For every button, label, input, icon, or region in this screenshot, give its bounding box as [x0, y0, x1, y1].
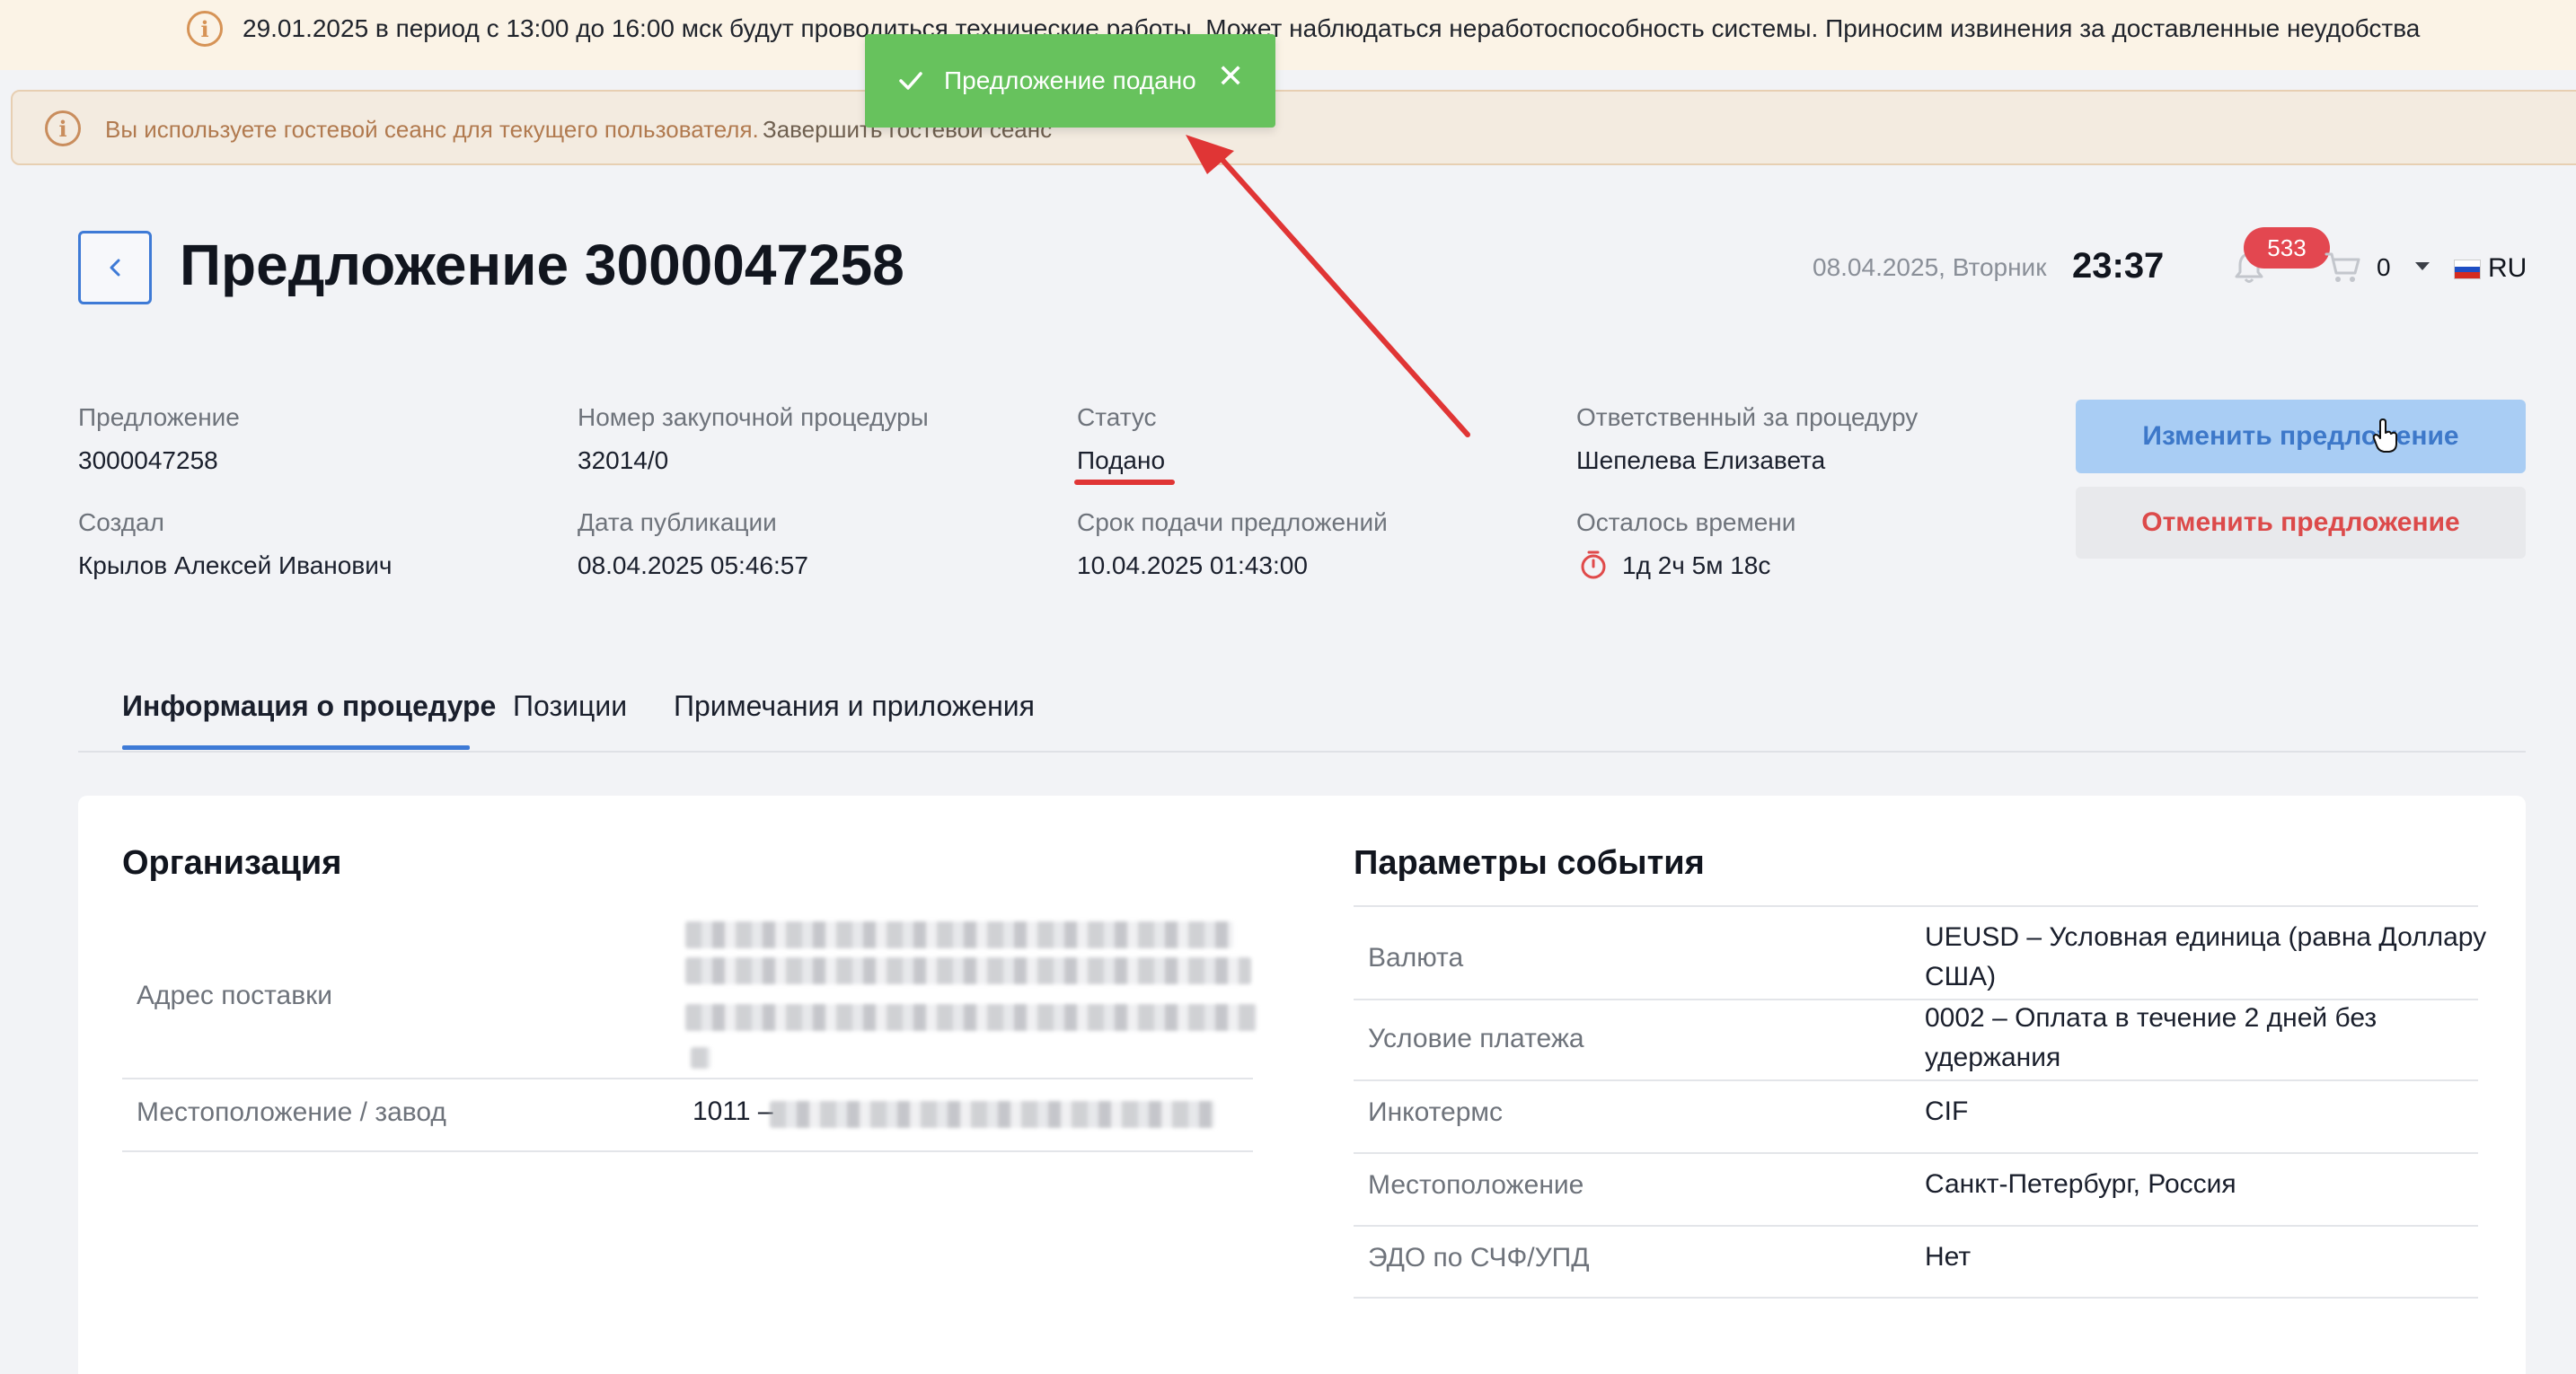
maintenance-text: 29.01.2025 в период с 13:00 до 16:00 мск… — [243, 14, 2421, 42]
close-icon[interactable]: ✕ — [1217, 57, 1244, 95]
incoterms-label: Инкотермс — [1368, 1097, 1504, 1127]
edo-value: Нет — [1925, 1242, 1972, 1272]
created-by-label: Создал — [78, 508, 164, 536]
status-label: Статус — [1077, 403, 1157, 431]
tabs-divider — [78, 751, 2526, 753]
row-divider — [1354, 1297, 2478, 1299]
annotation-underline — [1074, 480, 1175, 485]
row-divider — [1354, 905, 2478, 907]
location-value: Санкт-Петербург, Россия — [1925, 1169, 2236, 1199]
active-tab-indicator — [122, 745, 470, 750]
location-plant-label: Местоположение / завод — [137, 1097, 446, 1127]
row-divider — [122, 1078, 1253, 1079]
current-date: 08.04.2025, Вторник — [1813, 253, 2047, 281]
deadline-label: Срок подачи предложений — [1077, 508, 1388, 536]
russia-flag-icon[interactable] — [2454, 260, 2481, 279]
row-divider — [1354, 1152, 2478, 1154]
row-divider — [122, 1150, 1253, 1152]
redacted-address — [685, 957, 1251, 984]
info-icon: i — [187, 11, 223, 47]
tab-positions[interactable]: Позиции — [513, 690, 627, 723]
change-offer-button[interactable]: Изменить предложение — [2076, 400, 2526, 473]
redacted-address — [685, 1004, 1257, 1031]
created-by-value: Крылов Алексей Иванович — [78, 551, 393, 579]
offer-value: 3000047258 — [78, 446, 218, 474]
language-selector[interactable]: RU — [2488, 253, 2527, 284]
info-icon: i — [45, 110, 81, 146]
event-params-title: Параметры события — [1354, 844, 1705, 882]
remaining-time-label: Осталось времени — [1576, 508, 1796, 536]
organization-title: Организация — [122, 844, 342, 882]
cart-count: 0 — [2377, 253, 2391, 281]
tab-notes-attachments[interactable]: Примечания и приложения — [674, 690, 1035, 723]
procedure-number-label: Номер закупочной процедуры — [578, 403, 929, 431]
responsible-label: Ответственный за процедуру — [1576, 403, 1919, 431]
tab-procedure-info[interactable]: Информация о процедуре — [122, 690, 496, 723]
current-time: 23:37 — [2072, 246, 2165, 286]
redacted-address — [691, 1047, 710, 1069]
chevron-down-icon[interactable] — [2415, 262, 2430, 270]
row-divider — [1354, 1225, 2478, 1227]
deadline-value: 10.04.2025 01:43:00 — [1077, 551, 1308, 579]
row-divider — [1354, 1079, 2478, 1081]
location-label: Местоположение — [1368, 1170, 1584, 1200]
edo-label: ЭДО по СЧФ/УПД — [1368, 1243, 1590, 1273]
offer-label: Предложение — [78, 403, 240, 431]
incoterms-value: CIF — [1925, 1097, 1969, 1126]
payment-term-value: 0002 – Оплата в течение 2 дней без удерж… — [1925, 1003, 2378, 1072]
payment-term-label: Условие платежа — [1368, 1024, 1584, 1053]
guest-session-text: Вы используете гостевой сеанс для текуще… — [105, 116, 759, 143]
success-toast: Предложение подано ✕ — [865, 34, 1275, 128]
responsible-value: Шепелева Елизавета — [1576, 446, 1826, 474]
procedure-number-value: 32014/0 — [578, 446, 669, 474]
hand-cursor-icon — [2372, 418, 2397, 453]
back-button[interactable] — [78, 231, 152, 304]
guest-session-banner: i Вы используете гостевой сеанс для теку… — [11, 90, 2576, 165]
redacted-address — [685, 921, 1233, 948]
redacted-plant — [770, 1101, 1215, 1128]
cart-icon[interactable] — [2324, 250, 2361, 286]
cancel-offer-button[interactable]: Отменить предложение — [2076, 487, 2526, 559]
check-icon — [899, 72, 922, 90]
content-card: Организация Адрес поставки Местоположени… — [78, 796, 2526, 1374]
page-title: Предложение 3000047258 — [180, 233, 904, 297]
currency-value: UEUSD – Условная единица (равна Доллару … — [1925, 922, 2487, 991]
published-date-value: 08.04.2025 05:46:57 — [578, 551, 808, 579]
notification-badge[interactable]: 533 — [2244, 227, 2330, 269]
currency-label: Валюта — [1368, 943, 1464, 973]
published-date-label: Дата публикации — [578, 508, 777, 536]
chevron-left-icon — [110, 259, 120, 277]
remaining-time-value: 1д 2ч 5м 18с — [1622, 551, 1771, 579]
timer-icon — [1581, 550, 1606, 579]
delivery-address-label: Адрес поставки — [137, 981, 333, 1010]
maintenance-banner: i 29.01.2025 в период с 13:00 до 16:00 м… — [0, 0, 2576, 70]
toast-message: Предложение подано — [944, 66, 1196, 94]
location-plant-value: 1011 – — [693, 1097, 773, 1126]
status-value: Подано — [1077, 446, 1166, 474]
